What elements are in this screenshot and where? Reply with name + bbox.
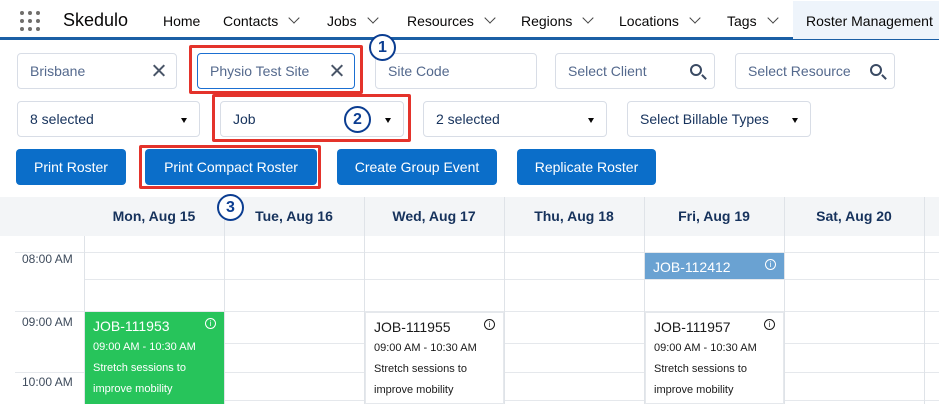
print-roster-button[interactable]: Print Roster — [16, 149, 126, 185]
highlight-box — [212, 94, 411, 142]
day-header: Mon, Aug 15 — [112, 208, 196, 224]
nav-item-jobs[interactable]: Jobs — [327, 0, 379, 40]
chevron-down-icon[interactable] — [288, 12, 300, 24]
nav-item-label: Home — [163, 13, 201, 29]
calendar-event[interactable]: JOB-112412 i — [645, 253, 784, 279]
dropdown-arrow-icon — [588, 118, 594, 123]
event-time: 09:00 AM - 10:30 AM — [93, 341, 196, 353]
info-icon[interactable]: i — [484, 319, 495, 330]
select-1-value: 8 selected — [30, 111, 94, 127]
nav-item-regions[interactable]: Regions — [521, 0, 595, 40]
region-filter-value: Brisbane — [30, 63, 86, 79]
event-title: JOB-111953 — [93, 318, 170, 334]
time-label: 09:00 AM — [22, 315, 73, 329]
grid-line — [924, 197, 925, 404]
event-description: Stretch sessions to — [374, 363, 467, 375]
time-label: 08:00 AM — [22, 252, 73, 266]
clear-icon[interactable] — [151, 63, 166, 78]
nav-item-home[interactable]: Home — [163, 0, 200, 40]
annotation-number: 1 — [369, 34, 396, 61]
nav-item-resources[interactable]: Resources — [407, 0, 496, 40]
annotation-number: 2 — [344, 106, 371, 133]
calendar-event[interactable]: JOB-111957 09:00 AM - 10:30 AM Stretch s… — [645, 312, 784, 404]
replicate-roster-button[interactable]: Replicate Roster — [517, 149, 656, 185]
grid-line — [504, 197, 505, 404]
highlight-box — [139, 145, 321, 189]
tab-roster-management[interactable]: Roster Management — [793, 1, 939, 39]
info-icon[interactable]: i — [764, 319, 775, 330]
nav-item-label: Tags — [727, 13, 757, 29]
event-description: Stretch sessions to — [654, 363, 747, 375]
search-icon[interactable] — [690, 64, 702, 76]
nav-item-label: Locations — [619, 13, 679, 29]
info-icon[interactable]: i — [765, 259, 776, 270]
nav-item-label: Jobs — [327, 13, 357, 29]
grid-line — [784, 197, 785, 404]
day-header: Sat, Aug 20 — [816, 208, 892, 224]
nav-item-label: Resources — [407, 13, 474, 29]
billable-types-value: Select Billable Types — [640, 111, 769, 127]
info-icon[interactable]: i — [205, 318, 216, 329]
grid-line — [84, 279, 939, 280]
calendar-event[interactable]: JOB-111955 09:00 AM - 10:30 AM Stretch s… — [365, 312, 504, 404]
day-header: Tue, Aug 16 — [255, 208, 333, 224]
event-description: improve mobility — [374, 384, 454, 396]
event-description: improve mobility — [93, 383, 173, 395]
event-title: JOB-112412 — [653, 259, 731, 275]
region-filter[interactable]: Brisbane — [17, 53, 177, 89]
nav-item-tags[interactable]: Tags — [727, 0, 779, 40]
chevron-down-icon[interactable] — [366, 12, 379, 24]
day-header: Wed, Aug 17 — [392, 208, 476, 224]
event-time: 09:00 AM - 10:30 AM — [654, 342, 757, 354]
client-search[interactable]: Select Client — [555, 53, 715, 89]
nav-item-label: Regions — [521, 13, 573, 29]
top-navigation-bar: Skedulo Home Contacts Jobs Resources Reg… — [0, 0, 939, 40]
app-name: Skedulo — [63, 10, 129, 30]
dropdown-arrow-icon — [792, 118, 798, 123]
nav-item-label: Contacts — [223, 13, 279, 29]
site-code-placeholder: Site Code — [388, 63, 450, 79]
highlight-box — [189, 45, 363, 94]
nav-item-contacts[interactable]: Contacts — [223, 0, 300, 40]
annotation-number: 3 — [217, 194, 244, 221]
chevron-down-icon[interactable] — [689, 12, 701, 24]
calendar-header: Mon, Aug 15 Tue, Aug 16 Wed, Aug 17 Thu,… — [0, 197, 939, 236]
resource-search-placeholder: Select Resource — [748, 63, 851, 79]
dropdown-arrow-icon — [181, 118, 187, 123]
event-time: 09:00 AM - 10:30 AM — [374, 342, 477, 354]
time-label: 10:00 AM — [22, 375, 73, 389]
event-description: improve mobility — [654, 384, 734, 396]
grid-line — [84, 252, 939, 253]
grid-line — [224, 197, 225, 404]
search-icon[interactable] — [870, 64, 882, 76]
chevron-down-icon[interactable] — [582, 12, 595, 24]
calendar-event[interactable]: JOB-111953 09:00 AM - 10:30 AM Stretch s… — [85, 312, 224, 404]
select-1[interactable]: 8 selected — [17, 101, 200, 137]
day-header: Fri, Aug 19 — [678, 208, 750, 224]
grid-line — [15, 311, 84, 312]
chevron-down-icon[interactable] — [766, 12, 779, 24]
client-search-placeholder: Select Client — [568, 63, 647, 79]
site-code-input[interactable]: Site Code — [375, 53, 537, 89]
create-group-event-button[interactable]: Create Group Event — [337, 149, 497, 185]
day-header: Thu, Aug 18 — [534, 208, 614, 224]
chevron-down-icon[interactable] — [484, 12, 496, 24]
resource-search[interactable]: Select Resource — [735, 53, 895, 89]
grid-line — [15, 372, 84, 373]
select-3[interactable]: 2 selected — [423, 101, 607, 137]
event-description: Stretch sessions to — [93, 362, 186, 374]
nav-item-locations[interactable]: Locations — [619, 0, 701, 40]
billable-types-select[interactable]: Select Billable Types — [627, 101, 811, 137]
app-launcher-icon[interactable] — [20, 11, 40, 31]
select-3-value: 2 selected — [436, 111, 500, 127]
